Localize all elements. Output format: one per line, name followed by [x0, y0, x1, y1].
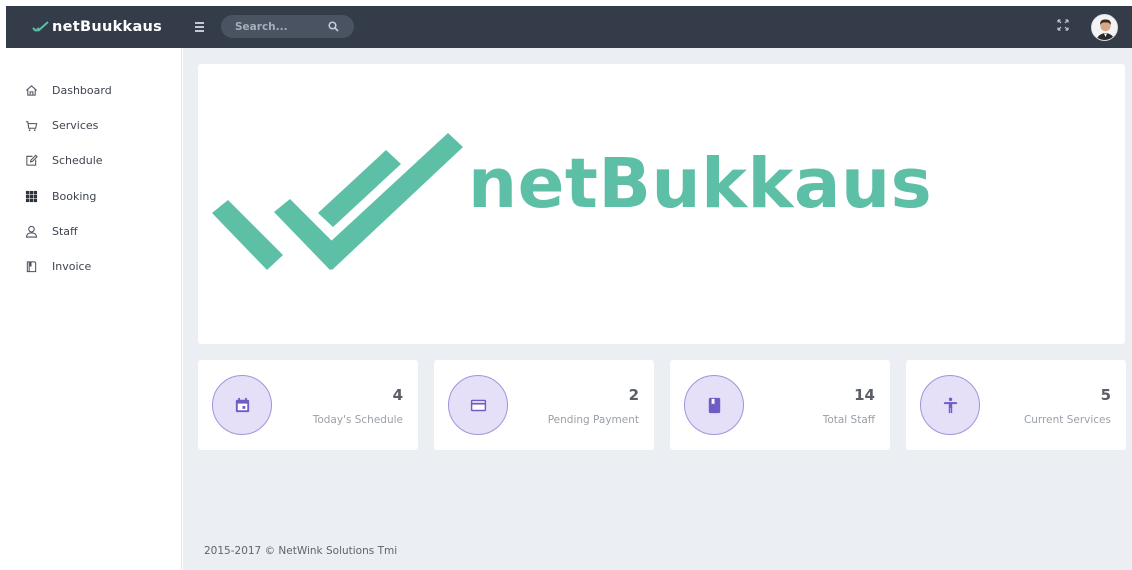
sidebar-item-label: Schedule: [52, 153, 103, 167]
home-icon: [24, 83, 38, 97]
sidebar-item-staff[interactable]: Staff: [0, 216, 182, 246]
cart-icon: [24, 118, 38, 132]
sidebar-item-label: Services: [52, 118, 99, 132]
sidebar-item-label: Booking: [52, 189, 97, 203]
brand-name: netBuukkaus: [52, 19, 163, 35]
main-content: netBukkaus 4 Today's Schedule 2 Pending …: [183, 48, 1132, 570]
stat-value: 4: [392, 386, 403, 404]
stat-icon-circle: [448, 375, 508, 435]
stat-card-staff[interactable]: 14 Total Staff: [670, 360, 890, 450]
sidebar-item-booking[interactable]: Booking: [0, 181, 182, 211]
sidebar-item-label: Dashboard: [52, 83, 112, 97]
book-icon: [24, 259, 38, 273]
sidebar: Dashboard Services Schedule Booking Staf…: [0, 48, 182, 570]
sidebar-item-schedule[interactable]: Schedule: [0, 145, 182, 175]
fullscreen-icon[interactable]: [1056, 18, 1070, 32]
search-icon[interactable]: [328, 21, 339, 32]
sidebar-item-dashboard[interactable]: Dashboard: [0, 75, 182, 105]
stat-icon-circle: [684, 375, 744, 435]
stat-card-schedule[interactable]: 4 Today's Schedule: [198, 360, 418, 450]
footer-copyright: 2015-2017 © NetWink Solutions Tmi: [204, 545, 398, 557]
stat-value: 5: [1100, 386, 1111, 404]
stat-label: Pending Payment: [547, 414, 639, 426]
sidebar-item-label: Staff: [52, 224, 78, 238]
book-icon: [708, 397, 720, 413]
search-bar: [221, 15, 354, 38]
hero-banner: netBukkaus: [198, 64, 1125, 344]
stat-card-payment[interactable]: 2 Pending Payment: [434, 360, 654, 450]
avatar[interactable]: [1091, 14, 1118, 41]
hero-brand-text: netBukkaus: [468, 144, 933, 224]
grid-icon: [24, 189, 38, 203]
edit-icon: [24, 153, 38, 167]
brand-logo[interactable]: netBuukkaus: [6, 6, 182, 48]
stat-card-services[interactable]: 5 Current Services: [906, 360, 1126, 450]
stat-label: Today's Schedule: [312, 414, 403, 426]
stat-icon-circle: [212, 375, 272, 435]
accessibility-icon: [943, 397, 957, 413]
stat-label: Current Services: [1023, 414, 1111, 426]
user-avatar-icon: [1092, 15, 1117, 40]
calendar-icon: [235, 397, 249, 412]
credit-card-icon: [470, 399, 486, 411]
stat-icon-circle: [920, 375, 980, 435]
stat-value: 14: [854, 386, 875, 404]
sidebar-item-label: Invoice: [52, 259, 92, 273]
search-input[interactable]: [235, 20, 319, 33]
menu-toggle-icon[interactable]: [192, 18, 208, 36]
stat-label: Total Staff: [822, 414, 875, 426]
checkmark-logo-icon: [212, 133, 463, 270]
user-icon: [24, 224, 38, 238]
stat-value: 2: [628, 386, 639, 404]
sidebar-item-services[interactable]: Services: [0, 110, 182, 140]
checkmark-logo-icon: [32, 21, 49, 32]
sidebar-item-invoice[interactable]: Invoice: [0, 251, 182, 281]
top-navbar: netBuukkaus: [6, 6, 1132, 48]
